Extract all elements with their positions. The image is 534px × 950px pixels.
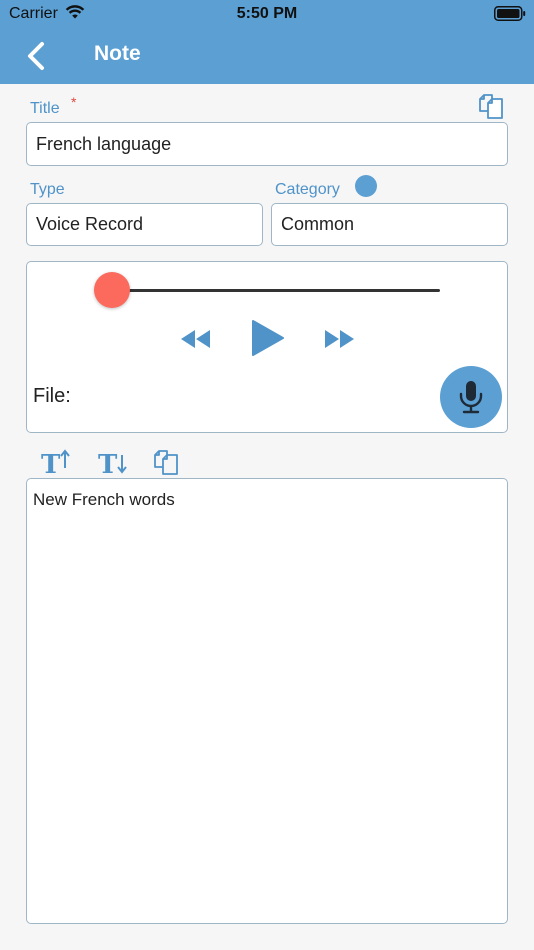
record-button[interactable] [440, 366, 502, 428]
category-field[interactable]: Common [271, 203, 508, 246]
play-icon[interactable] [250, 319, 286, 357]
nav-bar: Note [0, 28, 534, 84]
type-label: Type [30, 181, 65, 198]
battery-icon [494, 6, 526, 21]
type-field[interactable]: Voice Record [26, 203, 263, 246]
rewind-icon[interactable] [180, 328, 212, 350]
file-label: File: [33, 385, 71, 407]
status-time: 5:50 PM [236, 5, 298, 22]
status-bar: Carrier 5:50 PM [0, 0, 534, 28]
copy-text-icon[interactable] [153, 450, 179, 476]
note-text: New French words [33, 490, 175, 509]
type-field-value: Voice Record [36, 214, 144, 234]
font-size-decrease-icon[interactable]: T [98, 448, 130, 476]
header: Carrier 5:50 PM Note [0, 0, 534, 84]
category-label: Category [275, 181, 340, 198]
title-label: Title [30, 100, 60, 117]
fast-forward-icon[interactable] [324, 328, 356, 350]
title-field-value: French language [36, 133, 172, 154]
progress-thumb[interactable] [94, 272, 130, 308]
required-mark: * [71, 94, 77, 110]
title-field[interactable]: French language [26, 122, 508, 166]
category-color-dot[interactable] [355, 175, 377, 197]
page-title: Note [94, 42, 141, 65]
font-size-increase-icon[interactable]: T [41, 448, 73, 476]
audio-player: File: [26, 261, 508, 433]
back-chevron-icon[interactable] [22, 38, 58, 74]
note-text-area[interactable]: New French words [26, 478, 508, 924]
svg-text:T: T [41, 450, 61, 476]
microphone-icon [459, 381, 483, 414]
svg-text:T: T [98, 450, 118, 476]
category-field-value: Common [281, 214, 355, 234]
copy-icon[interactable] [478, 94, 504, 120]
progress-track[interactable] [122, 289, 440, 292]
